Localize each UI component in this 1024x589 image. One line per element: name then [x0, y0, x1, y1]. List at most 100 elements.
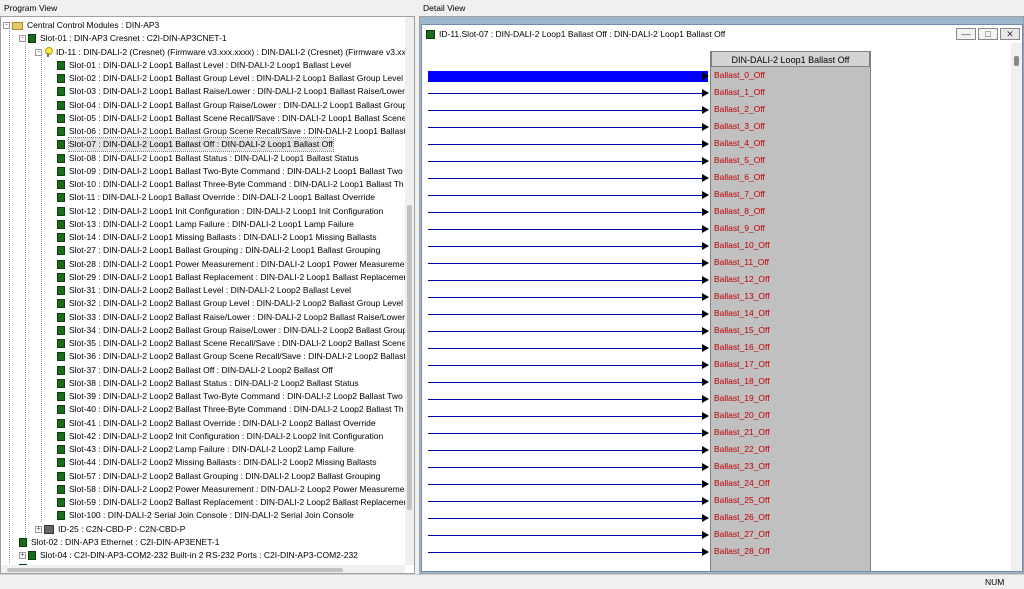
tree-node-label[interactable]: ID-25 : C2N-CBD-P : C2N-CBD-P	[58, 523, 185, 536]
tree-node-label[interactable]: Slot-07 : DIN-DALI-2 Loop1 Ballast Off :…	[68, 137, 334, 153]
signal-line[interactable]	[428, 161, 708, 162]
tree-node[interactable]: Slot-59 : DIN-DALI-2 Loop2 Ballast Repla…	[57, 496, 405, 509]
tree-node-label[interactable]: Slot-05 : DIN-DALI-2 Loop1 Ballast Scene…	[69, 112, 405, 125]
signal-label[interactable]: Ballast_4_Off	[714, 138, 765, 148]
tree-node[interactable]: Slot-13 : DIN-DALI-2 Loop1 Lamp Failure …	[57, 218, 354, 231]
signal-line[interactable]	[428, 127, 708, 128]
signal-line[interactable]	[428, 552, 708, 553]
maximize-button[interactable]: □	[978, 28, 998, 40]
program-view-horizontal-scrollbar[interactable]	[1, 565, 405, 573]
tree-node-label[interactable]: Slot-36 : DIN-DALI-2 Loop2 Ballast Group…	[69, 350, 405, 363]
tree-node[interactable]: Slot-33 : DIN-DALI-2 Loop2 Ballast Raise…	[57, 311, 405, 324]
tree-node-label[interactable]: Slot-28 : DIN-DALI-2 Loop1 Power Measure…	[69, 258, 404, 271]
tree-node[interactable]: Slot-06 : DIN-DALI-2 Loop1 Ballast Group…	[57, 125, 405, 138]
tree-node[interactable]: Slot-09 : DIN-DALI-2 Loop1 Ballast Two-B…	[57, 165, 403, 178]
tree-node[interactable]: Slot-43 : DIN-DALI-2 Loop2 Lamp Failure …	[57, 443, 354, 456]
tree-node[interactable]: Slot-02 : DIN-AP3 Ethernet : C2I-DIN-AP3…	[19, 536, 219, 549]
tree-node-label[interactable]: Slot-29 : DIN-DALI-2 Loop1 Ballast Repla…	[69, 271, 405, 284]
tree-node[interactable]: + Slot-04 : C2I-DIN-AP3-COM2-232 Built-in…	[19, 549, 358, 562]
signal-label[interactable]: Ballast_12_Off	[714, 274, 770, 284]
signal-line[interactable]	[428, 365, 708, 366]
signal-label[interactable]: Ballast_2_Off	[714, 104, 765, 114]
tree-node-label[interactable]: Slot-57 : DIN-DALI-2 Loop2 Ballast Group…	[69, 470, 380, 483]
signal-label[interactable]: Ballast_17_Off	[714, 359, 770, 369]
tree-node-label[interactable]: Slot-03 : DIN-DALI-2 Loop1 Ballast Raise…	[69, 85, 405, 98]
tree-node-label[interactable]: Slot-58 : DIN-DALI-2 Loop2 Power Measure…	[69, 483, 404, 496]
tree-node-label[interactable]: Slot-38 : DIN-DALI-2 Loop2 Ballast Statu…	[69, 377, 359, 390]
tree-node-label[interactable]: Slot-35 : DIN-DALI-2 Loop2 Ballast Scene…	[69, 337, 405, 350]
tree-node[interactable]: Slot-29 : DIN-DALI-2 Loop1 Ballast Repla…	[57, 271, 405, 284]
tree-node-label[interactable]: Slot-33 : DIN-DALI-2 Loop2 Ballast Raise…	[69, 311, 405, 324]
signal-label[interactable]: Ballast_21_Off	[714, 427, 770, 437]
expand-toggle-icon[interactable]: +	[19, 552, 26, 559]
signal-label[interactable]: Ballast_18_Off	[714, 376, 770, 386]
signal-label[interactable]: Ballast_11_Off	[714, 257, 769, 267]
collapse-toggle-icon[interactable]: -	[35, 48, 42, 56]
tree-node[interactable]: Slot-42 : DIN-DALI-2 Loop2 Init Configur…	[57, 430, 383, 443]
tree-node[interactable]: Slot-39 : DIN-DALI-2 Loop2 Ballast Two-B…	[57, 390, 403, 403]
tree-node-label[interactable]: Slot-39 : DIN-DALI-2 Loop2 Ballast Two-B…	[69, 390, 403, 403]
signal-label[interactable]: Ballast_20_Off	[714, 410, 770, 420]
signal-line[interactable]	[428, 433, 708, 434]
signal-label[interactable]: Ballast_19_Off	[714, 393, 770, 403]
signal-label[interactable]: Ballast_3_Off	[714, 121, 765, 131]
tree-node-label[interactable]: Slot-40 : DIN-DALI-2 Loop2 Ballast Three…	[69, 403, 404, 416]
signal-line[interactable]	[428, 280, 708, 281]
tree-node-label[interactable]: Slot-04 : C2I-DIN-AP3-COM2-232 Built-in …	[40, 549, 358, 562]
tree-node[interactable]: Slot-27 : DIN-DALI-2 Loop1 Ballast Group…	[57, 244, 380, 257]
tree-node[interactable]: Slot-36 : DIN-DALI-2 Loop2 Ballast Group…	[57, 350, 405, 363]
tree-node[interactable]: - Slot-01 : DIN-AP3 Cresnet : C2I-DIN-AP3…	[19, 32, 227, 45]
signal-label[interactable]: Ballast_26_Off	[714, 512, 770, 522]
tree-node[interactable]: Slot-31 : DIN-DALI-2 Loop2 Ballast Level…	[57, 284, 351, 297]
signal-label[interactable]: Ballast_16_Off	[714, 342, 770, 352]
tree-node-label[interactable]: Slot-06 : DIN-DALI-2 Loop1 Ballast Group…	[69, 125, 405, 138]
signal-label[interactable]: Ballast_28_Off	[714, 546, 770, 556]
child-window-titlebar[interactable]: ID-11.Slot-07 : DIN-DALI-2 Loop1 Ballast…	[422, 25, 1022, 43]
tree-node-label[interactable]: Slot-02 : DIN-DALI-2 Loop1 Ballast Group…	[69, 72, 403, 85]
signal-label[interactable]: Ballast_23_Off	[714, 461, 770, 471]
signal-line[interactable]	[428, 399, 708, 400]
close-button[interactable]: ✕	[1000, 28, 1020, 40]
signal-label[interactable]: Ballast_15_Off	[714, 325, 770, 335]
vertical-scroll-thumb[interactable]	[1014, 56, 1019, 66]
tree-node[interactable]: Slot-58 : DIN-DALI-2 Loop2 Power Measure…	[57, 483, 404, 496]
signal-label[interactable]: Ballast_22_Off	[714, 444, 770, 454]
signal-line[interactable]	[428, 71, 708, 82]
tree-node[interactable]: Slot-02 : DIN-DALI-2 Loop1 Ballast Group…	[57, 72, 403, 85]
tree-node-label[interactable]: Slot-02 : DIN-AP3 Ethernet : C2I-DIN-AP3…	[31, 536, 219, 549]
tree-node[interactable]: Slot-100 : DIN-DALI-2 Serial Join Consol…	[57, 509, 354, 522]
signal-label[interactable]: Ballast_5_Off	[714, 155, 765, 165]
signal-line[interactable]	[428, 501, 708, 502]
tree-node-label[interactable]: Slot-13 : DIN-DALI-2 Loop1 Lamp Failure …	[69, 218, 354, 231]
signal-line[interactable]	[428, 416, 708, 417]
signal-line[interactable]	[428, 297, 708, 298]
tree-node-label[interactable]: Slot-01 : DIN-AP3 Cresnet : C2I-DIN-AP3C…	[40, 32, 227, 45]
tree-node-label[interactable]: Slot-37 : DIN-DALI-2 Loop2 Ballast Off :…	[69, 364, 333, 377]
tree-node[interactable]: Slot-44 : DIN-DALI-2 Loop2 Missing Balla…	[57, 456, 377, 469]
tree-node-label[interactable]: Central Control Modules : DIN-AP3	[27, 19, 159, 32]
signal-line[interactable]	[428, 467, 708, 468]
tree-node[interactable]: Slot-57 : DIN-DALI-2 Loop2 Ballast Group…	[57, 470, 380, 483]
tree-node-label[interactable]: Slot-10 : DIN-DALI-2 Loop1 Ballast Three…	[69, 178, 404, 191]
signal-line[interactable]	[428, 535, 708, 536]
tree-node[interactable]: Slot-37 : DIN-DALI-2 Loop2 Ballast Off :…	[57, 364, 333, 377]
signal-label[interactable]: Ballast_27_Off	[714, 529, 770, 539]
signal-line[interactable]	[428, 93, 708, 94]
signal-line[interactable]	[428, 195, 708, 196]
tree-node-label[interactable]: Slot-100 : DIN-DALI-2 Serial Join Consol…	[69, 509, 354, 522]
tree-node-label[interactable]: Slot-44 : DIN-DALI-2 Loop2 Missing Balla…	[69, 456, 377, 469]
tree-node[interactable]: - Central Control Modules : DIN-AP3	[3, 19, 159, 32]
signal-line[interactable]	[428, 212, 708, 213]
tree-node[interactable]: Slot-32 : DIN-DALI-2 Loop2 Ballast Group…	[57, 297, 403, 310]
tree-node-label[interactable]: Slot-43 : DIN-DALI-2 Loop2 Lamp Failure …	[69, 443, 354, 456]
signal-label[interactable]: Ballast_13_Off	[714, 291, 770, 301]
signal-line[interactable]	[428, 348, 708, 349]
signal-line[interactable]	[428, 246, 708, 247]
tree-node[interactable]: Slot-04 : DIN-DALI-2 Loop1 Ballast Group…	[57, 99, 405, 112]
signal-line[interactable]	[428, 314, 708, 315]
tree-node[interactable]: Slot-41 : DIN-DALI-2 Loop2 Ballast Overr…	[57, 417, 376, 430]
tree-node-label[interactable]: Slot-09 : DIN-DALI-2 Loop1 Ballast Two-B…	[69, 165, 403, 178]
tree-node-label[interactable]: Slot-01 : DIN-DALI-2 Loop1 Ballast Level…	[69, 59, 351, 72]
tree-node-label[interactable]: Slot-27 : DIN-DALI-2 Loop1 Ballast Group…	[69, 244, 380, 257]
signal-line[interactable]	[428, 144, 708, 145]
